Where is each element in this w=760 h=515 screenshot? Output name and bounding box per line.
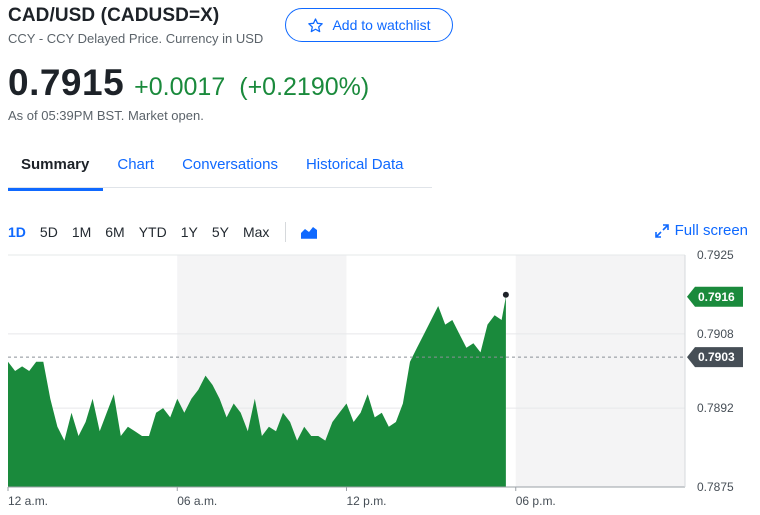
x-tick-label-1: 06 a.m. bbox=[177, 494, 217, 508]
price-change-percent: (+0.2190%) bbox=[239, 73, 370, 101]
tabs-divider bbox=[8, 187, 432, 188]
x-tick-label-2: 12 p.m. bbox=[347, 494, 387, 508]
star-icon bbox=[307, 17, 324, 34]
tab-summary[interactable]: Summary bbox=[8, 140, 104, 191]
x-tick-label-0: 12 a.m. bbox=[8, 494, 48, 508]
y-tick-label-2: 0.7892 bbox=[697, 401, 734, 415]
add-to-watchlist-button[interactable]: Add to watchlist bbox=[285, 8, 453, 42]
range-max[interactable]: Max bbox=[243, 224, 269, 240]
as-of-timestamp: As of 05:39PM BST. Market open. bbox=[8, 108, 204, 123]
range-5d[interactable]: 5D bbox=[40, 224, 58, 240]
current-price: 0.7915 bbox=[8, 62, 125, 103]
last-price-dot bbox=[502, 291, 509, 298]
range-divider bbox=[285, 222, 287, 242]
quote-tabs: Summary Chart Conversations Historical D… bbox=[8, 140, 417, 192]
tab-historical-data[interactable]: Historical Data bbox=[292, 140, 418, 188]
x-tick-label-3: 06 p.m. bbox=[516, 494, 556, 508]
current-price-tag: 0.7916 bbox=[698, 290, 735, 304]
range-1y[interactable]: 1Y bbox=[181, 224, 198, 240]
range-1m[interactable]: 1M bbox=[72, 224, 91, 240]
quote-title: CAD/USD (CADUSD=X) bbox=[8, 5, 220, 26]
price-change: +0.0017 bbox=[134, 73, 226, 101]
price-chart[interactable]: 0.7925 0.7908 0.7892 0.7875 12 a.m. 06 a.m. 12… bbox=[0, 250, 760, 510]
full-screen-label: Full screen bbox=[674, 222, 748, 239]
tab-conversations[interactable]: Conversations bbox=[168, 140, 292, 188]
range-5y[interactable]: 5Y bbox=[212, 224, 229, 240]
range-1d[interactable]: 1D bbox=[8, 224, 26, 240]
y-tick-label-0: 0.7925 bbox=[697, 250, 734, 262]
tab-chart[interactable]: Chart bbox=[103, 140, 168, 188]
range-ytd[interactable]: YTD bbox=[139, 224, 167, 240]
watchlist-label: Add to watchlist bbox=[332, 17, 431, 33]
full-screen-button[interactable]: Full screen bbox=[654, 222, 748, 239]
session-band-1 bbox=[515, 255, 685, 487]
area-chart-icon[interactable] bbox=[300, 225, 318, 239]
y-tick-label-1: 0.7908 bbox=[697, 327, 734, 341]
range-selector: 1D 5D 1M 6M YTD 1Y 5Y Max bbox=[8, 222, 318, 242]
expand-icon bbox=[654, 223, 669, 238]
y-tick-label-3: 0.7875 bbox=[697, 480, 734, 494]
quote-subtitle: CCY - CCY Delayed Price. Currency in USD bbox=[8, 31, 264, 46]
previous-close-tag: 0.7903 bbox=[698, 350, 735, 364]
range-6m[interactable]: 6M bbox=[105, 224, 124, 240]
